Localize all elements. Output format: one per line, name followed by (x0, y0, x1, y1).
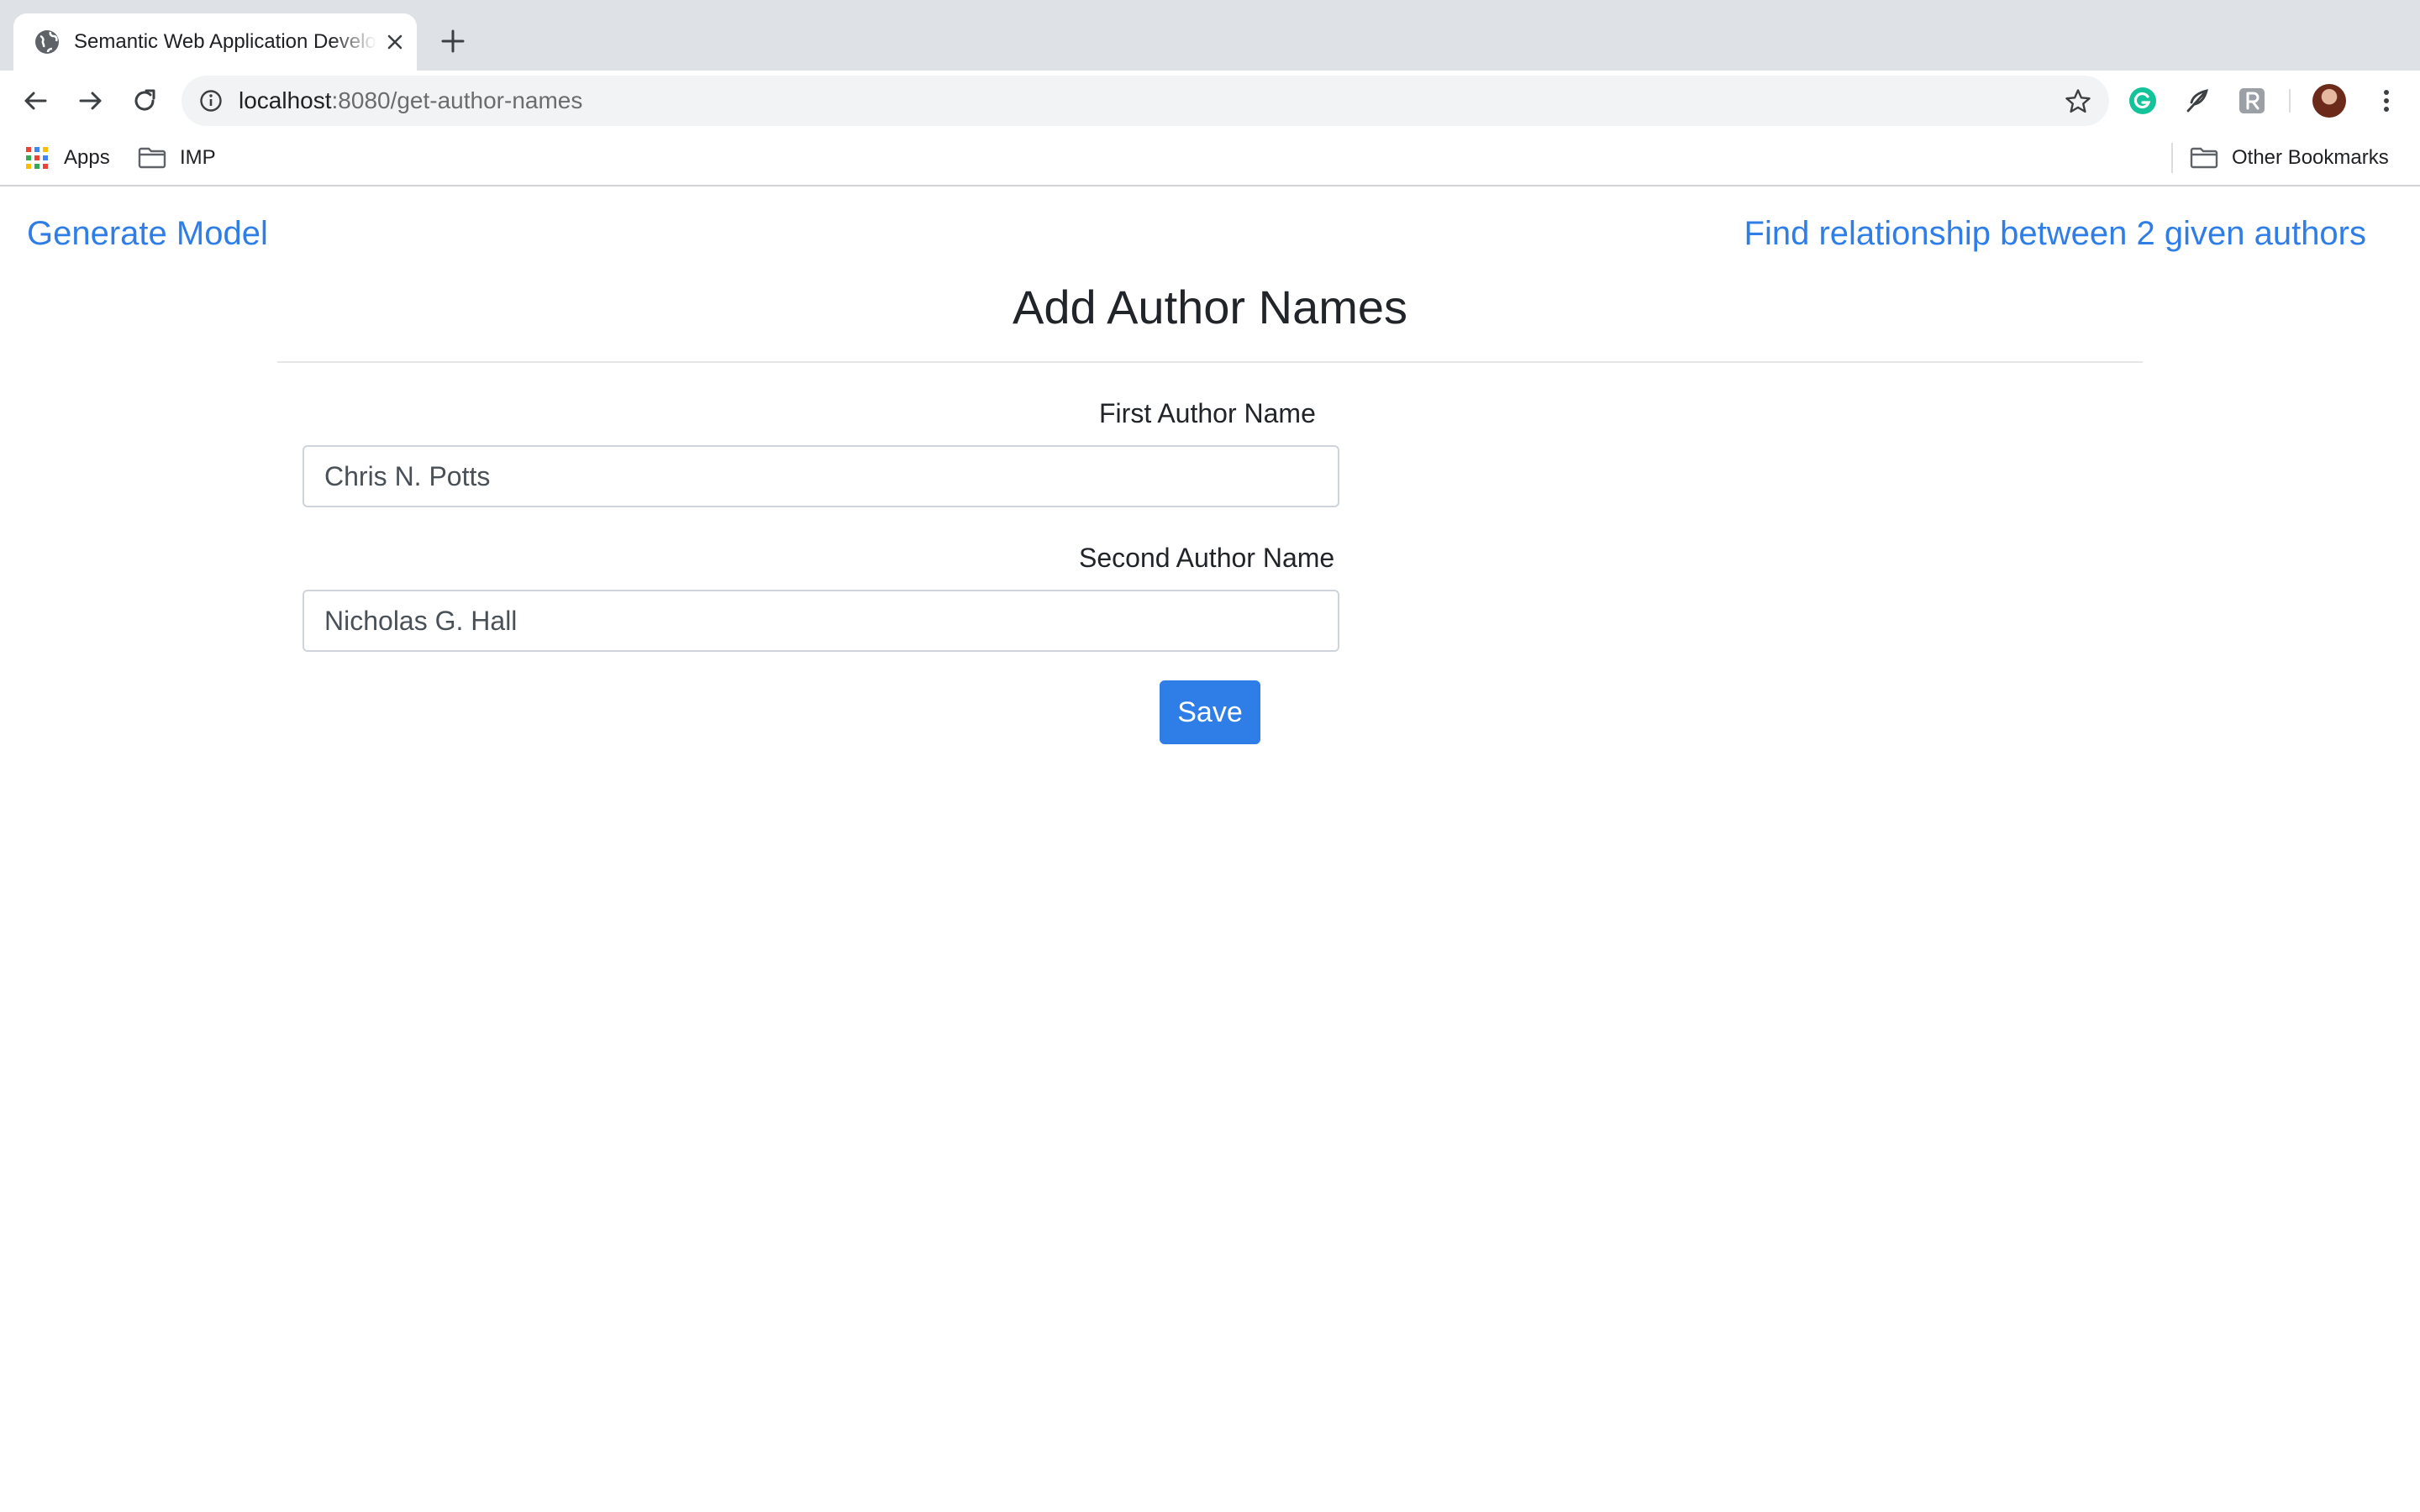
page-title: Add Author Names (1012, 281, 1408, 333)
info-icon[interactable] (198, 88, 224, 113)
bookmark-folder-imp[interactable]: IMP (138, 143, 216, 173)
url-host: localhost (239, 87, 332, 113)
globe-icon (35, 30, 59, 54)
browser-toolbar: localhost:8080/get-author-names (0, 71, 2420, 131)
forward-arrow-icon[interactable] (76, 86, 106, 116)
tab-strip: Semantic Web Application Development (0, 0, 2420, 71)
second-author-input[interactable] (302, 590, 1339, 652)
browser-chrome: Semantic Web Application Development (0, 0, 2420, 186)
close-icon[interactable] (383, 30, 407, 54)
tab-title: Semantic Web Application Development (74, 30, 376, 53)
feather-extension-icon[interactable] (2183, 86, 2213, 116)
second-author-label: Second Author Name (1079, 543, 1335, 573)
bookmark-apps[interactable]: Apps (25, 143, 110, 173)
browser-tab[interactable]: Semantic Web Application Development (13, 13, 417, 71)
url-path: :8080/get-author-names (331, 87, 583, 113)
generate-model-link[interactable]: Generate Model (27, 210, 268, 257)
page-content: Generate Model Find relationship between… (0, 186, 2420, 1512)
kebab-menu-icon[interactable] (2371, 86, 2402, 116)
first-author-label: First Author Name (1099, 398, 1316, 428)
back-arrow-icon[interactable] (20, 86, 50, 116)
r-extension-icon[interactable] (2237, 86, 2267, 116)
bookmark-star-icon[interactable] (2064, 87, 2092, 116)
folder-icon (138, 147, 166, 169)
bookmark-imp-label: IMP (180, 146, 216, 169)
bookmark-other-bookmarks[interactable]: Other Bookmarks (2190, 143, 2389, 173)
apps-grid-icon (26, 147, 48, 169)
folder-icon (2190, 147, 2218, 169)
address-bar[interactable]: localhost:8080/get-author-names (182, 76, 2109, 126)
profile-avatar[interactable] (2312, 84, 2346, 118)
toolbar-separator (2289, 89, 2291, 113)
grammarly-extension-icon[interactable] (2128, 86, 2158, 116)
reload-icon[interactable] (129, 86, 160, 116)
bookmark-other-label: Other Bookmarks (2232, 146, 2389, 169)
bookmark-apps-label: Apps (64, 146, 110, 169)
url-text[interactable]: localhost:8080/get-author-names (239, 86, 582, 116)
save-button[interactable]: Save (1160, 680, 1260, 744)
find-relationship-link[interactable]: Find relationship between 2 given author… (1744, 210, 2366, 257)
first-author-input[interactable] (302, 445, 1339, 507)
bookmarks-separator (2171, 143, 2173, 173)
bookmarks-bar: Apps IMP Other Bookmarks (0, 131, 2420, 186)
title-divider (277, 361, 2143, 363)
new-tab-plus-icon[interactable] (439, 27, 467, 55)
